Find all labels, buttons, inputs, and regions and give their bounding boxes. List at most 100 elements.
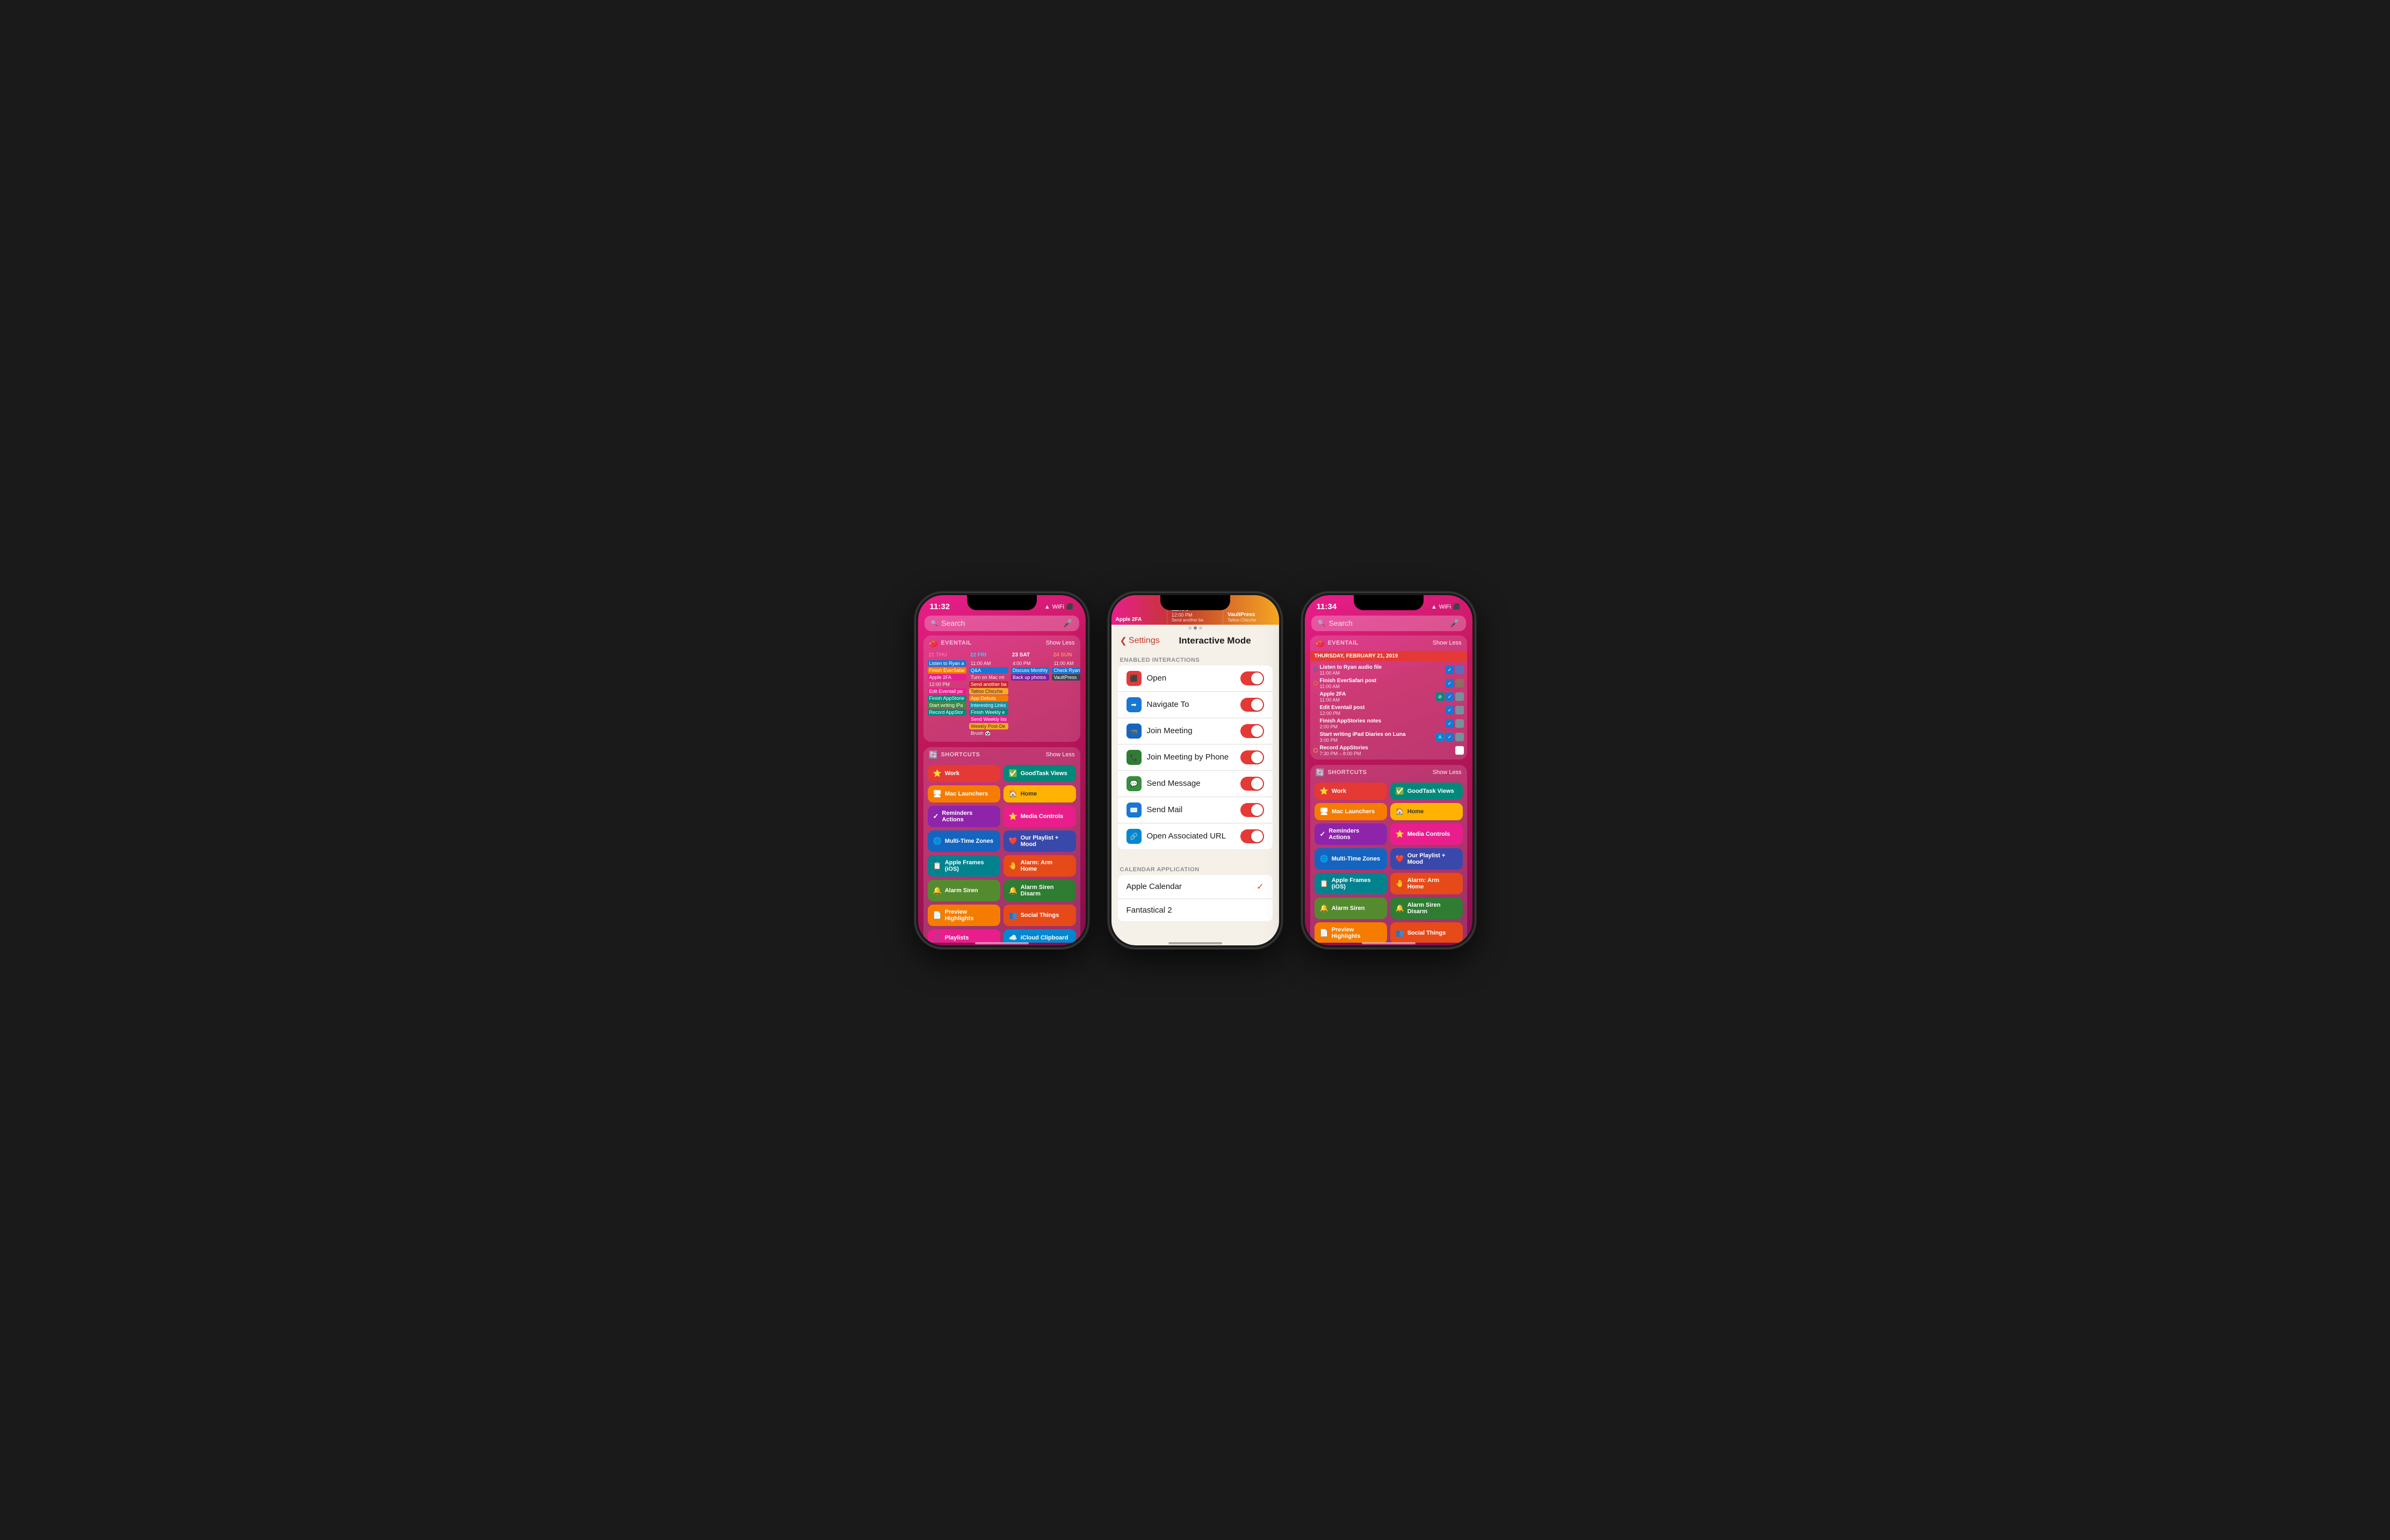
settings-scroll[interactable]: ❮ Settings Interactive Mode ENABLED INTE… (1111, 631, 1279, 928)
cal-event[interactable]: Finish AppStorie (928, 695, 967, 702)
cal-event[interactable]: Send Weekly Iss (969, 716, 1008, 722)
app-label-3: Tattoo Chicche (1228, 618, 1274, 623)
shortcut-media[interactable]: ⭐Media Controls (1003, 806, 1076, 827)
event-item-1[interactable]: Listen to Ryan audio file 11:00 AM ✓ (1313, 663, 1464, 677)
settings-back-button[interactable]: ❮ Settings (1120, 635, 1160, 646)
event-actions-2: ✓ (1446, 679, 1464, 688)
check-5[interactable]: ✓ (1446, 719, 1454, 728)
check-2[interactable]: ✓ (1446, 679, 1454, 688)
shortcut3-reminders[interactable]: ✓Reminders Actions (1315, 823, 1387, 845)
cal-event[interactable]: Q&A (969, 667, 1008, 674)
calendar-section-header: CALENDAR APPLICATION (1111, 860, 1279, 875)
search-bar-1[interactable]: 🔍 Search 🎤 (925, 616, 1079, 631)
cal-event[interactable]: Back up photos (1011, 674, 1050, 681)
battery-icon-3: ⬛ (1453, 603, 1461, 610)
shortcut3-playlist[interactable]: ❤️Our Playlist + Mood (1390, 848, 1463, 870)
event-item-5[interactable]: Finish AppStories notes 2:00 PM ✓ (1313, 717, 1464, 731)
cal-event[interactable]: Send another ba (969, 681, 1008, 688)
send-message-toggle[interactable] (1240, 777, 1264, 791)
cal-event[interactable]: Record AppStor (928, 709, 967, 715)
check-4[interactable]: ✓ (1446, 706, 1454, 714)
eventail-action-3[interactable]: Show Less (1433, 640, 1462, 646)
open-toggle[interactable] (1240, 671, 1264, 685)
interaction-join-phone[interactable]: 📞 Join Meeting by Phone (1118, 744, 1273, 771)
check-3a[interactable]: ✓ (1446, 692, 1454, 701)
cal-event[interactable]: Weekly Post-De (969, 723, 1008, 729)
shortcut-playlist[interactable]: ❤️Our Playlist + Mood (1003, 830, 1076, 852)
event-dot-7 (1313, 748, 1318, 753)
send-mail-toggle[interactable] (1240, 803, 1264, 817)
event-time-7: 7:30 PM – 8:00 PM (1320, 751, 1453, 756)
cal-event[interactable]: Discuss Monthly (1011, 667, 1050, 674)
cal-option-apple[interactable]: Apple Calendar ✓ (1118, 875, 1273, 899)
shortcut3-alarm-arm[interactable]: 🤚Alarm: Arm Home (1390, 873, 1463, 894)
cal-event[interactable]: Check Ryan pay (1052, 667, 1080, 674)
join-phone-toggle[interactable] (1240, 750, 1264, 764)
join-meeting-toggle[interactable] (1240, 724, 1264, 738)
phone1-scroll[interactable]: 🍅 EVENTAIL Show Less 21 THU 22 FRI 23 SA… (918, 635, 1086, 943)
shortcut-preview[interactable]: 📄Preview Highlights (928, 905, 1000, 926)
interaction-navigate[interactable]: ➡ Navigate To (1118, 692, 1273, 718)
shortcut-mac[interactable]: 🖥Mac Launchers (928, 785, 1000, 802)
shortcut-siren[interactable]: 🔔Alarm Siren (928, 880, 1000, 901)
cal-event[interactable]: Start writing iPa (928, 702, 967, 708)
interaction-send-message[interactable]: 💬 Send Message (1118, 771, 1273, 797)
shortcut-alarm-arm[interactable]: 🤚Alarm: Arm Home (1003, 855, 1076, 877)
siren-disarm-icon-3: 🔔 (1396, 904, 1404, 913)
shortcut-siren-disarm[interactable]: 🔔Alarm Siren Disarm (1003, 880, 1076, 901)
cal-event[interactable]: Listen to Ryan a (928, 660, 967, 667)
shortcut3-appleframes[interactable]: 📋Apple Frames (iOS) (1315, 873, 1387, 894)
event-actions-5: ✓ (1446, 719, 1464, 728)
cal-event[interactable]: Edit Eventail po (928, 688, 967, 695)
cal-event[interactable]: App Debuts (969, 695, 1008, 702)
shortcuts-action-3[interactable]: Show Less (1433, 769, 1462, 776)
shortcut3-preview[interactable]: 📄Preview Highlights (1315, 922, 1387, 943)
shortcut-reminders[interactable]: ✓Reminders Actions (928, 806, 1000, 827)
search-bar-3[interactable]: 🔍 Search 🎤 (1311, 616, 1466, 631)
interaction-open[interactable]: ⬛ Open (1118, 666, 1273, 692)
cal-event[interactable]: Tattoo Chicche (969, 688, 1008, 695)
cal-event[interactable]: Apple 2FA (928, 674, 967, 681)
cal-event[interactable]: VaultPress (1052, 674, 1080, 681)
shortcut3-siren-disarm[interactable]: 🔔Alarm Siren Disarm (1390, 898, 1463, 919)
event-item-2[interactable]: Finish EverSafari post 11:00 AM ✓ (1313, 677, 1464, 690)
shortcut3-timezone[interactable]: 🌐Multi-Time Zones (1315, 848, 1387, 870)
navigate-toggle[interactable] (1240, 698, 1264, 712)
event-item-7[interactable]: Record AppStories 7:30 PM – 8:00 PM (1313, 744, 1464, 757)
shortcut-icloud[interactable]: ☁️iCloud Clipboard (1003, 929, 1076, 943)
shortcut3-siren[interactable]: 🔔Alarm Siren (1315, 898, 1387, 919)
shortcut3-home[interactable]: 🏠Home (1390, 803, 1463, 820)
check-1[interactable]: ✓ (1446, 666, 1454, 674)
app-segment-3: VaultPress Tattoo Chicche (1223, 595, 1279, 625)
cal-event[interactable]: Finish EverSafar (928, 667, 967, 674)
shortcut-social[interactable]: 👥Social Things (1003, 905, 1076, 926)
shortcut3-goodtask[interactable]: ✅GoodTask Views (1390, 783, 1463, 800)
shortcuts-action-1[interactable]: Show Less (1046, 751, 1075, 758)
shortcut3-social[interactable]: 👥Social Things (1390, 922, 1463, 943)
eventail-action-1[interactable]: Show Less (1046, 640, 1075, 646)
cal-event[interactable]: Interesting Links (969, 702, 1008, 708)
shortcut-work[interactable]: ⭐Work (928, 765, 1000, 782)
phone3-scroll[interactable]: 🍅 EVENTAIL Show Less THURSDAY, FEBRUARY … (1305, 635, 1472, 943)
shortcuts-title-3: 🔄 SHORTCUTS (1316, 768, 1367, 777)
event-item-4[interactable]: Edit Eventail post 12:00 PM ✓ (1313, 704, 1464, 717)
interaction-join-meeting[interactable]: 📹 Join Meeting (1118, 718, 1273, 744)
event-item-3[interactable]: Apple 2FA 11:00 AM ⊘ ✓ (1313, 690, 1464, 704)
interaction-open-url[interactable]: 🔗 Open Associated URL (1118, 823, 1273, 849)
shortcut-timezone[interactable]: 🌐Multi-Time Zones (928, 830, 1000, 852)
check-6[interactable]: ✓ (1446, 733, 1454, 741)
shortcut-goodtask[interactable]: ✅GoodTask Views (1003, 765, 1076, 782)
cal-event[interactable]: Finish Weekly e (969, 709, 1008, 715)
shortcut3-media[interactable]: ⭐Media Controls (1390, 823, 1463, 845)
divider-1 (1111, 849, 1279, 860)
cal-option-fantastical[interactable]: Fantastical 2 (1118, 899, 1273, 921)
shortcut-playlists[interactable]: 🎵Playlists (928, 929, 1000, 943)
open-url-toggle[interactable] (1240, 829, 1264, 843)
shortcut3-mac[interactable]: 🖥Mac Launchers (1315, 803, 1387, 820)
shortcut-appleframes[interactable]: 📋Apple Frames (iOS) (928, 855, 1000, 877)
interaction-send-mail[interactable]: ✉️ Send Mail (1118, 797, 1273, 823)
event-item-6[interactable]: Start writing iPad Diaries on Luna 3:00 … (1313, 731, 1464, 744)
icon-3[interactable]: ⊘ (1436, 692, 1445, 701)
shortcut3-work[interactable]: ⭐Work (1315, 783, 1387, 800)
shortcut-home[interactable]: 🏠Home (1003, 785, 1076, 802)
